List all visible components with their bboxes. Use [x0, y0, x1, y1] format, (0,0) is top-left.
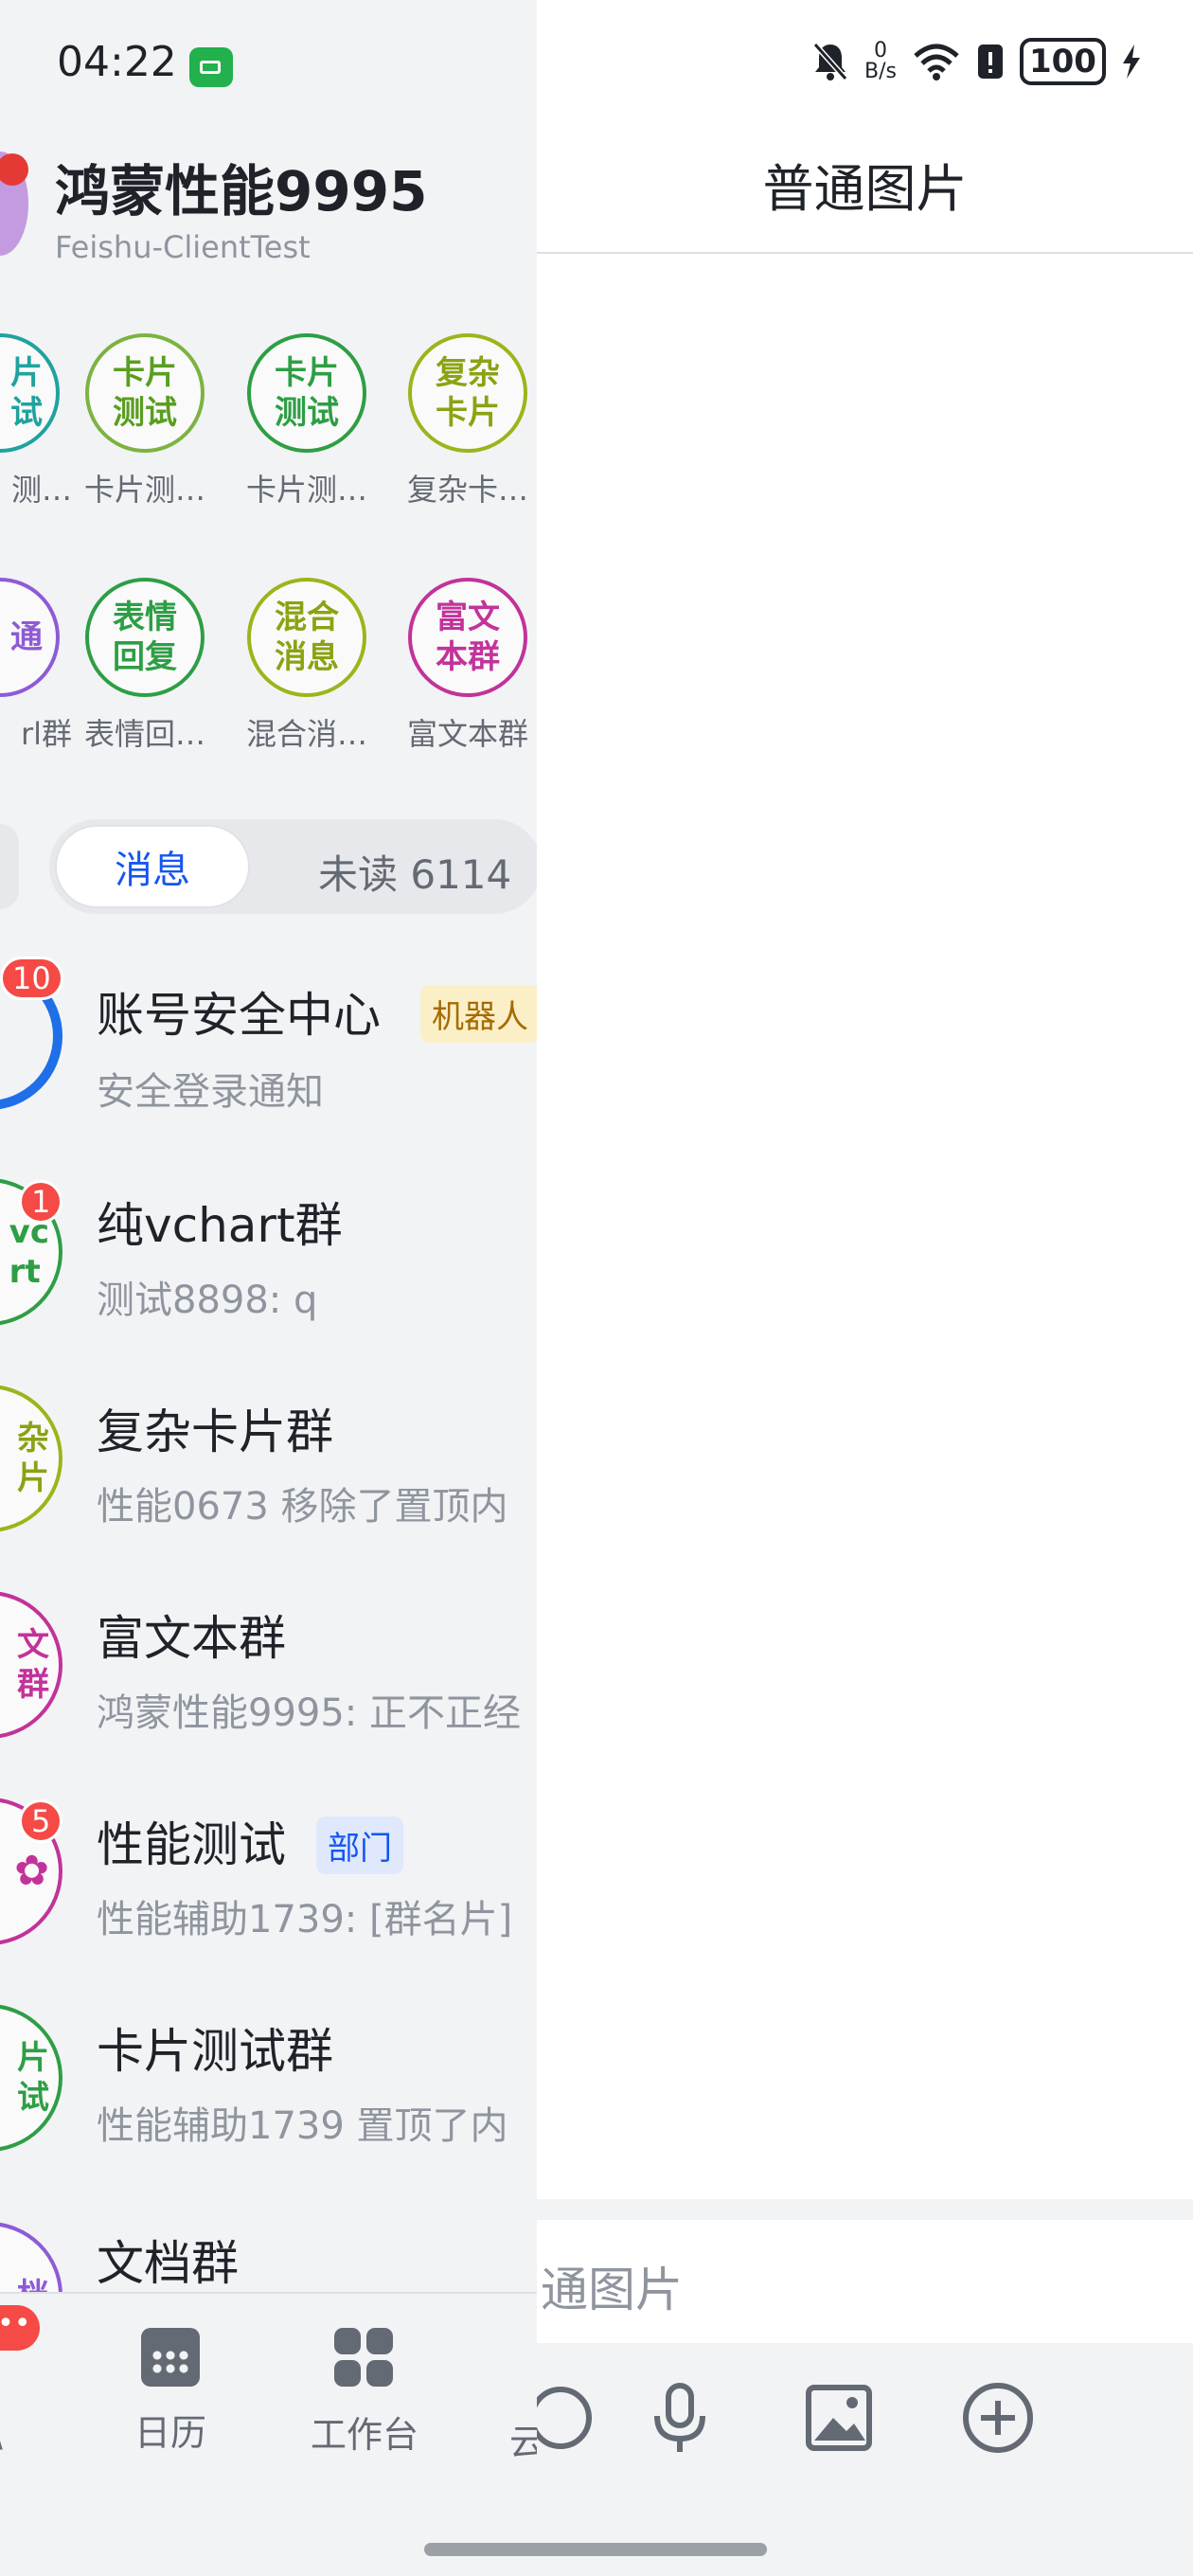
chat-row[interactable]: 片 试 卡片测试群 性能辅助1739 置顶了内: [0, 1979, 537, 2186]
shortcut-item[interactable]: 片 试 测…: [0, 333, 76, 510]
charging-icon: [1122, 45, 1140, 79]
image-icon[interactable]: [796, 2375, 881, 2460]
chat-title: 纯vchart群: [97, 1198, 343, 1253]
nav-cloud-partial[interactable]: 云: [509, 2413, 537, 2465]
calendar-icon: [141, 2328, 200, 2387]
shortcut-icon: 复杂 卡片: [408, 333, 527, 453]
shortcut-item[interactable]: 复杂 卡片 复杂卡…: [392, 333, 537, 510]
chat-avatar: 片 试: [0, 2004, 62, 2152]
battery-level: 100: [1019, 38, 1106, 85]
shortcut-icon: 混合 消息: [247, 578, 366, 697]
chat-row[interactable]: 文 群 富文本群 鸿蒙性能9995: 正不正经: [0, 1566, 537, 1773]
status-time: 04:22: [57, 38, 177, 86]
shortcut-icon: 卡片 测试: [85, 333, 205, 453]
unread-badge: 1: [19, 1180, 63, 1224]
emoji-icon[interactable]: [537, 2375, 603, 2460]
workplace-icon: [334, 2328, 395, 2388]
chat-preview: 安全登录通知: [97, 1070, 324, 1114]
shortcut-item[interactable]: 卡片 测试 卡片测…: [231, 333, 383, 510]
header-divider: [537, 252, 1193, 254]
user-name[interactable]: 鸿蒙性能9995: [55, 147, 427, 226]
net-speed-value: 0: [873, 39, 887, 63]
chat-preview: 性能辅助1739: [群名片]: [97, 1898, 513, 1941]
shortcut-icon: 通: [0, 578, 60, 697]
chat-preview: 鸿蒙性能9995: 正不正经: [97, 1691, 521, 1735]
bottom-navigation: [0, 2292, 537, 2576]
chat-avatar: 文 群: [0, 1591, 62, 1739]
sim-alert-icon: [977, 45, 1003, 79]
nav-messages-partial[interactable]: \: [0, 2413, 3, 2455]
message-input-text: 通图片: [541, 2263, 683, 2317]
battery-saver-icon: [189, 47, 233, 87]
unread-badge: 10: [0, 957, 63, 1000]
shortcut-label: 富文本群: [406, 716, 528, 752]
nav-workplace-label: 工作台: [310, 2414, 418, 2456]
home-indicator[interactable]: [424, 2543, 767, 2556]
tab-messages[interactable]: 消息: [55, 825, 250, 908]
shortcut-label: 卡片测…: [245, 472, 367, 508]
chat-title: 复杂卡片群: [97, 1404, 333, 1459]
chat-title: 文档群: [97, 2236, 239, 2291]
chat-row[interactable]: 10 账号安全中心 机器人 安全登录通知: [0, 947, 537, 1154]
microphone-icon[interactable]: [637, 2375, 722, 2460]
chat-list-panel: 04:22 鸿蒙性能9995 Feishu-ClientTest 片 试 测… …: [0, 0, 537, 2576]
page-title: 普通图片: [762, 159, 968, 219]
shortcut-label: rl群: [20, 716, 72, 752]
nav-workplace[interactable]: 工作台: [303, 2328, 426, 2458]
shortcut-item[interactable]: 卡片 测试 卡片测…: [69, 333, 221, 510]
chat-row[interactable]: 杂 片 复杂卡片群 性能0673 移除了置顶内: [0, 1360, 537, 1566]
shortcut-icon: 表情 回复: [85, 578, 205, 697]
net-speed-unit: B/s: [864, 60, 897, 83]
chat-row[interactable]: ✿ 5 性能测试 部门 性能辅助1739: [群名片]: [0, 1773, 537, 1979]
shortcut-item[interactable]: 富文 本群 富文本群: [392, 578, 537, 754]
status-icons: 0 B/s 100: [811, 38, 1142, 85]
wifi-icon: [914, 44, 959, 80]
chat-preview: 测试8898: q: [97, 1279, 318, 1322]
shortcut-icon: 卡片 测试: [247, 333, 366, 453]
chat-title: 账号安全中心: [97, 988, 381, 1043]
chat-avatar: 杂 片: [0, 1385, 62, 1532]
shortcut-label: 测…: [10, 472, 72, 508]
composer-divider: [537, 2199, 1193, 2220]
shortcut-label: 混合消…: [245, 716, 367, 752]
mute-bell-icon: [812, 43, 848, 80]
unread-badge: 5: [19, 1799, 63, 1843]
shortcut-item[interactable]: 表情 回复 表情回…: [69, 578, 221, 754]
net-speed: 0 B/s: [864, 41, 897, 82]
shortcut-icon: 富文 本群: [408, 578, 527, 697]
shortcut-item[interactable]: 混合 消息 混合消…: [231, 578, 383, 754]
chat-title: 性能测试: [97, 1817, 286, 1872]
nav-calendar-label: 日历: [134, 2412, 206, 2454]
chat-title: 卡片测试群: [97, 2024, 333, 2079]
shortcut-icon: 片 试: [0, 333, 60, 453]
shortcut-label: 复杂卡…: [406, 472, 528, 508]
chat-preview: 性能辅助1739 置顶了内: [97, 2104, 508, 2148]
shortcut-label: 卡片测…: [83, 472, 205, 508]
bot-tag: 机器人: [420, 985, 537, 1043]
chat-row[interactable]: vc rt 1 纯vchart群 测试8898: q: [0, 1154, 537, 1360]
chat-detail-panel: 0 B/s 100 普通图片 通图片: [537, 0, 1193, 2576]
shortcut-item[interactable]: 通 rl群: [0, 578, 76, 754]
chat-title: 富文本群: [97, 1611, 286, 1666]
tenant-name[interactable]: Feishu-ClientTest: [55, 229, 311, 265]
filter-button[interactable]: [0, 824, 19, 909]
chat-preview: 性能0673 移除了置顶内: [97, 1485, 508, 1529]
nav-calendar[interactable]: 日历: [114, 2328, 227, 2456]
add-icon[interactable]: [955, 2375, 1041, 2460]
department-tag: 部门: [316, 1816, 403, 1874]
tab-unread[interactable]: 未读 6114: [318, 843, 511, 901]
shortcut-label: 表情回…: [83, 716, 205, 752]
